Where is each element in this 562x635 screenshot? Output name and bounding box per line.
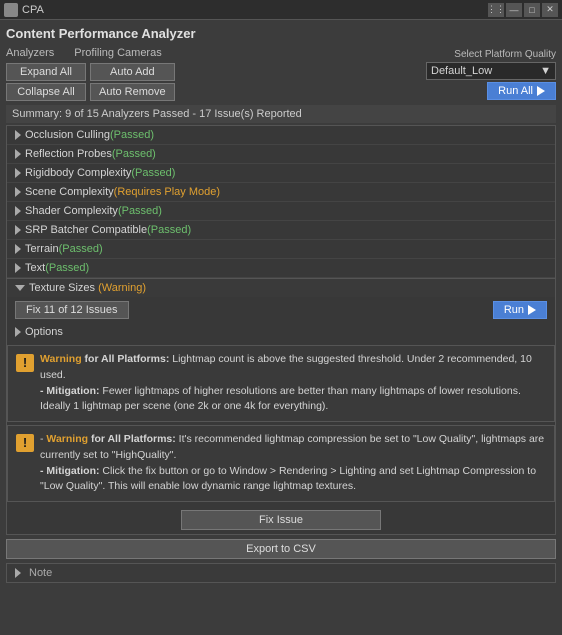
analyzer-item-srp[interactable]: SRP Batcher Compatible (Passed) — [7, 221, 555, 240]
analyzer-name: Reflection Probes — [25, 148, 112, 160]
analyzer-item-shader[interactable]: Shader Complexity (Passed) — [7, 202, 555, 221]
cpa-icon — [4, 3, 18, 17]
expand-arrow-icon — [15, 130, 21, 140]
title-bar-minimize[interactable]: — — [506, 3, 522, 17]
warning-panels: ! Warning for All Platforms: Lightmap co… — [7, 345, 555, 502]
expand-arrow-icon — [15, 206, 21, 216]
mitigation-text-2: Click the fix button or go to Window > R… — [40, 465, 536, 493]
expand-arrow-icon — [15, 187, 21, 197]
analyzer-name: Shader Complexity — [25, 205, 118, 217]
title-bar-title: CPA — [22, 4, 44, 16]
title-bar-maximize[interactable]: □ — [524, 3, 540, 17]
fix-issues-button[interactable]: Fix 11 of 12 Issues — [15, 301, 129, 319]
dropdown-arrow-icon: ▼ — [540, 65, 551, 77]
warning-keyword-2: Warning — [46, 433, 88, 445]
texture-status: (Warning) — [95, 282, 146, 294]
options-label: Options — [25, 326, 63, 338]
toolbar-row: Analyzers Profiling Cameras Expand All C… — [6, 47, 556, 101]
status-badge: (Passed) — [45, 262, 89, 274]
collapse-arrow-icon — [15, 285, 25, 291]
analyzers-label: Analyzers — [6, 47, 54, 59]
title-bar-close[interactable]: ✕ — [542, 3, 558, 17]
title-bar-grip[interactable]: ⋮⋮ — [488, 3, 504, 17]
platform-value: Default_Low — [431, 65, 492, 77]
analyzer-list: Occlusion Culling (Passed) Reflection Pr… — [6, 125, 556, 279]
texture-header[interactable]: Texture Sizes (Warning) — [7, 279, 555, 297]
warning-bold-1: for All Platforms: — [85, 353, 170, 365]
status-badge: (Requires Play Mode) — [114, 186, 220, 198]
title-bar: CPA ⋮⋮ — □ ✕ — [0, 0, 562, 20]
fix-issue-button[interactable]: Fix Issue — [181, 510, 381, 530]
auto-add-button[interactable]: Auto Add — [90, 63, 175, 81]
analyzer-name: Occlusion Culling — [25, 129, 110, 141]
analyzer-name: Text — [25, 262, 45, 274]
analyzer-item-scene[interactable]: Scene Complexity (Requires Play Mode) — [7, 183, 555, 202]
section-title: Content Performance Analyzer — [6, 26, 556, 41]
warning-bold-2: for All Platforms: — [91, 433, 176, 445]
run-all-label: Run All — [498, 85, 533, 97]
auto-remove-button[interactable]: Auto Remove — [90, 83, 175, 101]
platform-quality-label: Select Platform Quality — [454, 49, 556, 60]
analyzer-item-occlusion[interactable]: Occlusion Culling (Passed) — [7, 126, 555, 145]
status-badge: (Passed) — [118, 205, 162, 217]
expand-all-button[interactable]: Expand All — [6, 63, 86, 81]
status-badge: (Passed) — [112, 148, 156, 160]
run-play-icon — [528, 305, 536, 315]
analyzer-name: Scene Complexity — [25, 186, 114, 198]
run-label: Run — [504, 304, 524, 316]
mitigation-label-1: - Mitigation: — [40, 385, 99, 397]
status-badge: (Passed) — [147, 224, 191, 236]
run-all-play-icon — [537, 86, 545, 96]
analyzer-name: Terrain — [25, 243, 59, 255]
export-csv-button[interactable]: Export to CSV — [6, 539, 556, 559]
texture-name: Texture Sizes — [29, 282, 95, 294]
expand-arrow-icon — [15, 263, 21, 273]
warning-icon-2: ! — [16, 434, 34, 452]
texture-section: Texture Sizes (Warning) Fix 11 of 12 Iss… — [6, 279, 556, 535]
warning-panel-2: ! - Warning for All Platforms: It's reco… — [7, 425, 555, 502]
platform-dropdown[interactable]: Default_Low ▼ — [426, 62, 556, 80]
options-arrow-icon — [15, 327, 21, 337]
mitigation-text-1: Fewer lightmaps of higher resolutions ar… — [40, 385, 521, 413]
expand-arrow-icon — [15, 168, 21, 178]
texture-run-button[interactable]: Run — [493, 301, 547, 319]
note-arrow-icon — [15, 568, 21, 578]
fix-issue-bar: Fix Issue — [7, 506, 555, 534]
analyzer-item-terrain[interactable]: Terrain (Passed) — [7, 240, 555, 259]
main-content: Content Performance Analyzer Analyzers P… — [0, 20, 562, 535]
expand-collapse-group: Expand All Collapse All — [6, 63, 86, 101]
note-bar: Note — [6, 563, 556, 583]
expand-arrow-icon — [15, 244, 21, 254]
status-badge: (Passed) — [110, 129, 154, 141]
analyzer-item-rigidbody[interactable]: Rigidbody Complexity (Passed) — [7, 164, 555, 183]
note-label: Note — [29, 567, 52, 579]
title-bar-left: CPA — [4, 3, 44, 17]
expand-arrow-icon — [15, 225, 21, 235]
warning-icon-1: ! — [16, 354, 34, 372]
toolbar-right: Select Platform Quality Default_Low ▼ Ru… — [426, 49, 556, 100]
texture-toolbar: Fix 11 of 12 Issues Run — [7, 297, 555, 323]
collapse-all-button[interactable]: Collapse All — [6, 83, 86, 101]
expand-arrow-icon — [15, 149, 21, 159]
toolbar-left: Analyzers Profiling Cameras Expand All C… — [6, 47, 175, 101]
status-badge: (Passed) — [131, 167, 175, 179]
analyzer-name: SRP Batcher Compatible — [25, 224, 147, 236]
options-row[interactable]: Options — [7, 323, 555, 341]
bottom-section: Export to CSV Note — [0, 535, 562, 587]
status-badge: (Passed) — [59, 243, 103, 255]
profiling-label: Profiling Cameras — [74, 47, 161, 59]
mitigation-label-2: - Mitigation: — [40, 465, 99, 477]
title-bar-controls[interactable]: ⋮⋮ — □ ✕ — [488, 3, 558, 17]
warning-panel-1: ! Warning for All Platforms: Lightmap co… — [7, 345, 555, 422]
summary-text: Summary: 9 of 15 Analyzers Passed - 17 I… — [12, 108, 302, 120]
analyzer-item-text[interactable]: Text (Passed) — [7, 259, 555, 278]
analyzer-name: Rigidbody Complexity — [25, 167, 131, 179]
warning-keyword-1: Warning — [40, 353, 82, 365]
run-all-button[interactable]: Run All — [487, 82, 556, 100]
analyzer-item-reflection[interactable]: Reflection Probes (Passed) — [7, 145, 555, 164]
summary-bar: Summary: 9 of 15 Analyzers Passed - 17 I… — [6, 105, 556, 123]
auto-group: Auto Add Auto Remove — [90, 63, 175, 101]
